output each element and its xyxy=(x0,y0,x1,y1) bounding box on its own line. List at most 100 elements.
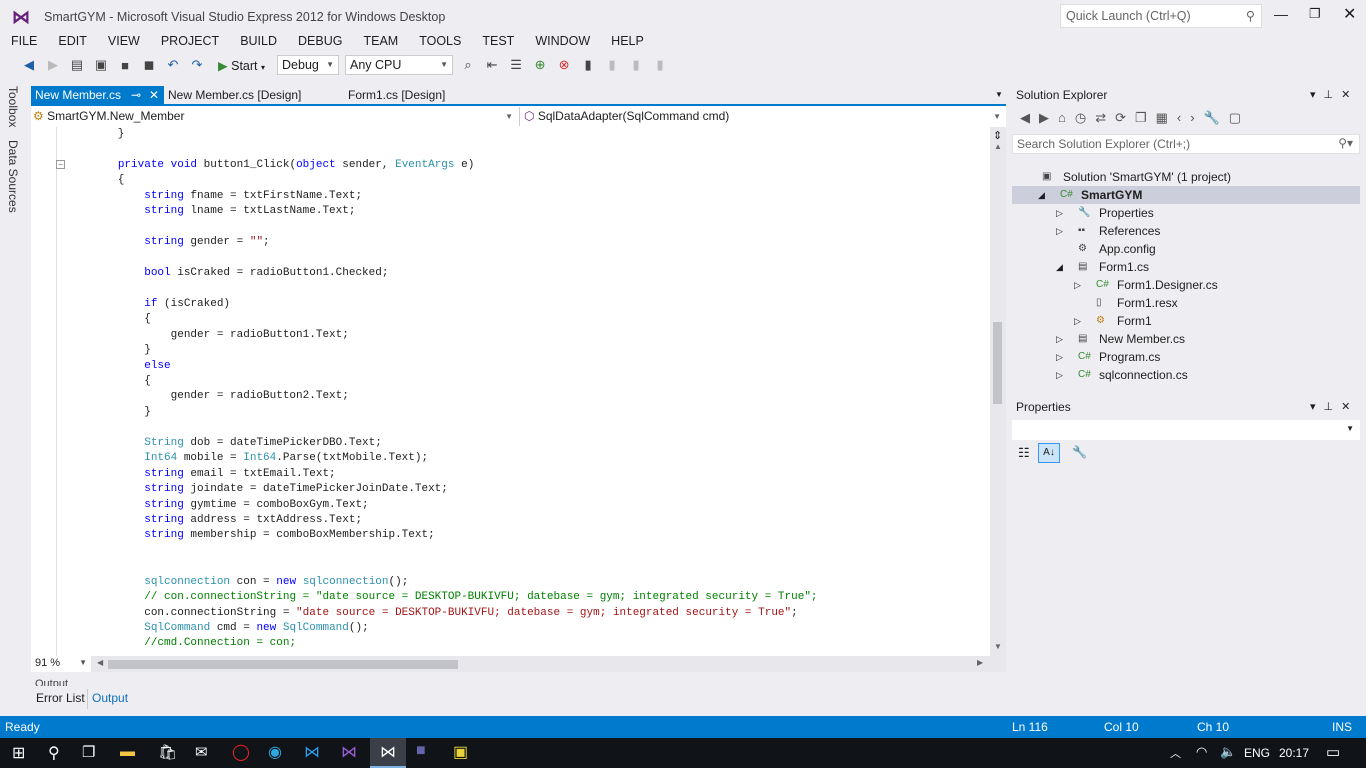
remove-breakpoint-icon[interactable]: ⊗ xyxy=(555,57,573,73)
collapse-arrow-icon[interactable]: ◢ xyxy=(1038,186,1045,204)
member-dropdown[interactable]: ⬡ SqlDataAdapter(SqlCommand cmd) ▼ xyxy=(519,107,1005,126)
pin-icon[interactable]: ⊸ xyxy=(131,86,141,104)
find-icon[interactable]: ⌕ xyxy=(459,57,477,73)
scroll-down-icon[interactable]: ▼ xyxy=(994,642,1002,651)
open-file-icon[interactable]: ▣ xyxy=(92,57,110,73)
prev-bookmark-icon[interactable]: ▮ xyxy=(603,57,621,73)
menu-edit[interactable]: EDIT xyxy=(47,32,96,50)
sticky-app-icon[interactable]: ▣ xyxy=(453,742,468,762)
tab-form1-design[interactable]: Form1.cs [Design] xyxy=(344,86,445,104)
error-list-tab[interactable]: Error List xyxy=(36,691,85,705)
menu-view[interactable]: VIEW xyxy=(97,32,150,50)
toolbox-tab[interactable]: Toolbox xyxy=(6,86,20,127)
tree-item[interactable]: ▷ C# sqlconnection.cs xyxy=(1012,366,1360,384)
menu-build[interactable]: BUILD xyxy=(229,32,287,50)
panel-window-controls[interactable]: ▾⊥✕ xyxy=(1310,400,1358,413)
language-indicator[interactable]: ENG xyxy=(1244,746,1270,760)
comment-icon[interactable]: ☰ xyxy=(507,57,525,73)
bookmark-icon[interactable]: ▮ xyxy=(579,57,597,73)
menu-file[interactable]: FILE xyxy=(0,32,47,50)
task-view-icon[interactable]: ❐ xyxy=(82,743,95,761)
tree-item[interactable]: ▯ Form1.resx xyxy=(1012,294,1360,312)
tree-item[interactable]: ▷ ▤ New Member.cs xyxy=(1012,330,1360,348)
tab-new-member-cs[interactable]: New Member.cs ⊸ ✕ xyxy=(31,86,164,104)
property-pages-icon[interactable]: 🔧 xyxy=(1072,445,1087,459)
configuration-select[interactable]: Debug ▼ xyxy=(277,55,340,75)
expand-arrow-icon[interactable]: ▷ xyxy=(1056,366,1063,384)
platform-select[interactable]: Any CPU ▼ xyxy=(345,55,454,75)
menu-team[interactable]: TEAM xyxy=(352,32,408,50)
teams-icon[interactable]: ■ xyxy=(416,742,426,760)
save-icon[interactable]: ■ xyxy=(116,58,134,73)
mail-icon[interactable]: ✉ xyxy=(195,743,208,761)
expand-arrow-icon[interactable]: ▷ xyxy=(1056,204,1063,222)
volume-icon[interactable]: 🔈 xyxy=(1220,744,1236,760)
edge-icon[interactable]: ◉ xyxy=(268,742,282,762)
scroll-left-icon[interactable]: ◀ xyxy=(97,658,103,667)
opera-icon[interactable]: ◯ xyxy=(232,742,250,762)
add-breakpoint-icon[interactable]: ⊕ xyxy=(531,57,549,73)
redo-icon[interactable]: ↷ xyxy=(188,57,206,73)
next-bookmark-icon[interactable]: ▮ xyxy=(627,57,645,73)
panel-window-controls[interactable]: ▾⊥✕ xyxy=(1310,88,1358,101)
minimize-button[interactable]: — xyxy=(1274,6,1288,22)
expand-arrow-icon[interactable]: ▷ xyxy=(1074,276,1081,294)
vs-express-active-icon[interactable]: ⋈ xyxy=(370,738,406,768)
tree-item[interactable]: ◢ C# SmartGYM xyxy=(1012,186,1360,204)
object-select[interactable]: ▼ xyxy=(1012,420,1360,440)
close-tab-icon[interactable]: ✕ xyxy=(149,86,159,104)
navigate-back-icon[interactable]: ◀ xyxy=(20,57,38,73)
visual-studio-icon[interactable]: ⋈ xyxy=(341,742,357,762)
tab-new-member-design[interactable]: New Member.cs [Design] xyxy=(164,86,301,104)
expand-arrow-icon[interactable]: ▷ xyxy=(1056,330,1063,348)
tab-list-dropdown-icon[interactable]: ▼ xyxy=(991,86,1003,104)
menu-help[interactable]: HELP xyxy=(600,32,654,50)
tree-item[interactable]: ◢ ▤ Form1.cs xyxy=(1012,258,1360,276)
notifications-icon[interactable]: ▭ xyxy=(1326,743,1340,761)
wifi-icon[interactable]: ◠ xyxy=(1196,744,1207,760)
scroll-up-icon[interactable]: ▲ xyxy=(994,142,1002,151)
search-icon[interactable]: ⚲ xyxy=(48,743,60,763)
tree-item[interactable]: ▣ Solution 'SmartGYM' (1 project) xyxy=(1012,168,1360,186)
menu-tools[interactable]: TOOLS xyxy=(408,32,471,50)
show-hidden-icons[interactable]: ︿ xyxy=(1170,745,1181,761)
close-button[interactable]: ✕ xyxy=(1343,4,1356,24)
expand-arrow-icon[interactable]: ▷ xyxy=(1056,222,1063,240)
zoom-select[interactable]: 91 % ▼ xyxy=(31,656,91,672)
menu-window[interactable]: WINDOW xyxy=(524,32,600,50)
menu-project[interactable]: PROJECT xyxy=(150,32,229,50)
quick-launch-input[interactable]: Quick Launch (Ctrl+Q) ⚲ xyxy=(1060,4,1262,28)
new-project-icon[interactable]: ▤ xyxy=(68,57,86,73)
maximize-button[interactable]: ❐ xyxy=(1309,6,1321,22)
step-icon[interactable]: ⇤ xyxy=(483,57,501,73)
vertical-scrollbar[interactable]: ⇕ ▲ ▼ xyxy=(990,127,1006,656)
split-icon[interactable]: ⇕ xyxy=(993,129,1002,142)
collapse-toggle-icon[interactable]: − xyxy=(56,160,65,169)
store-icon[interactable]: 🛍 xyxy=(158,743,177,761)
solution-search-input[interactable]: Search Solution Explorer (Ctrl+;) ⚲▾ xyxy=(1012,134,1360,154)
windows-start-icon[interactable]: ⊞ xyxy=(12,743,25,763)
menu-debug[interactable]: DEBUG xyxy=(287,32,352,50)
file-explorer-icon[interactable]: ▬ xyxy=(120,743,135,760)
horizontal-scroll-thumb[interactable] xyxy=(108,660,458,669)
alphabetical-icon[interactable]: A↓ xyxy=(1038,443,1060,463)
expand-arrow-icon[interactable]: ▷ xyxy=(1074,312,1081,330)
data-sources-tab[interactable]: Data Sources xyxy=(6,140,20,213)
navigate-forward-icon[interactable]: ▶ xyxy=(44,57,62,73)
type-dropdown[interactable]: ⚙ SmartGYM.New_Member ▼ xyxy=(33,107,517,126)
start-button[interactable]: ▶ Start ▾ xyxy=(212,58,271,73)
tree-item[interactable]: ▷ ▪▪ References xyxy=(1012,222,1360,240)
code-editor[interactable]: − } private void button1_Click(object se… xyxy=(31,127,990,656)
tree-item[interactable]: ▷ 🔧 Properties xyxy=(1012,204,1360,222)
menu-test[interactable]: TEST xyxy=(471,32,524,50)
output-tab[interactable]: Output xyxy=(92,691,128,705)
vscode-icon[interactable]: ⋈ xyxy=(304,742,320,762)
clear-bookmarks-icon[interactable]: ▮ xyxy=(651,57,669,73)
collapse-arrow-icon[interactable]: ◢ xyxy=(1056,258,1063,276)
vertical-scroll-thumb[interactable] xyxy=(993,322,1002,404)
tree-item[interactable]: ⚙ App.config xyxy=(1012,240,1360,258)
tree-item[interactable]: ▷ C# Form1.Designer.cs xyxy=(1012,276,1360,294)
clock[interactable]: 20:17 xyxy=(1279,746,1309,760)
categorized-icon[interactable]: ☷ xyxy=(1018,445,1030,461)
save-all-icon[interactable]: ◼ xyxy=(140,57,158,73)
